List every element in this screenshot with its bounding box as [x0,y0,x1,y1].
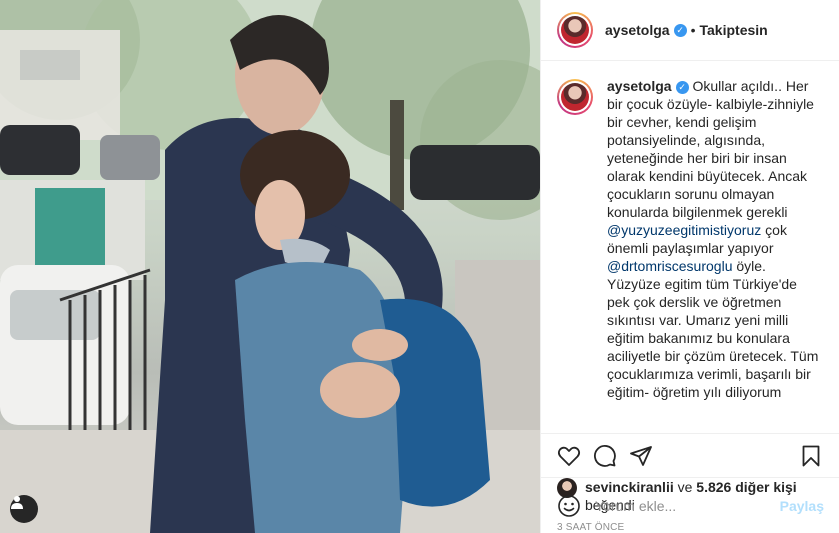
post-photo[interactable] [0,0,540,533]
bookmark-icon [802,445,820,467]
user-tag-button[interactable] [10,495,38,523]
verified-badge-icon: ✓ [673,23,687,37]
caption-part-3: öyle. Yüzyüze egitim tüm Türkiye'de pek … [607,258,819,400]
caption-part-1: Okullar açıldı.. Her bir çocuk özüyle- k… [607,78,814,220]
caption-text: aysetolga ✓ Okullar açıldı.. Her bir çocu… [607,77,823,401]
post-comment-button[interactable]: Paylaş [780,498,824,514]
post-header: aysetolga ✓ • Takiptesin [541,0,839,61]
caption-avatar[interactable] [557,79,593,115]
user-tag-icon [11,496,23,509]
header-separator: • [690,22,696,38]
comments-area: aysetolga ✓ Okullar açıldı.. Her bir çocu… [541,61,839,434]
emoji-icon[interactable] [557,494,581,518]
mention-link[interactable]: @yuzyuzeegitimistiyoruz [607,222,761,238]
instagram-post: aysetolga ✓ • Takiptesin aysetolga ✓ Okul… [0,0,839,533]
like-button[interactable] [557,444,581,468]
post-side-panel: aysetolga ✓ • Takiptesin aysetolga ✓ Okul… [540,0,839,533]
author-username[interactable]: aysetolga [605,22,670,38]
share-button[interactable] [629,444,653,468]
comment-button[interactable] [593,444,617,468]
caption-username[interactable]: aysetolga [607,78,672,94]
mention-link[interactable]: @drtomriscesuroglu [607,258,732,274]
photo-illustration [0,0,540,533]
caption-verified-badge-icon: ✓ [675,80,689,94]
comment-input[interactable] [595,497,780,514]
action-bar [541,434,839,478]
caption: aysetolga ✓ Okullar açıldı.. Her bir çocu… [557,77,823,401]
add-comment-bar: Paylaş [541,477,839,533]
follow-status-button[interactable]: Takiptesin [700,22,768,38]
heart-icon [557,446,581,466]
author-avatar[interactable] [557,12,593,48]
comment-icon [594,445,616,467]
send-icon [630,446,652,466]
save-button[interactable] [799,444,823,468]
